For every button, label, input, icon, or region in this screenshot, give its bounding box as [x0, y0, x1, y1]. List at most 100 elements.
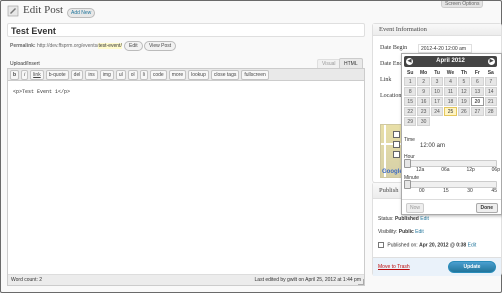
status-edit-link[interactable]: Edit — [420, 216, 429, 222]
calendar-empty-cell — [431, 117, 443, 126]
add-new-button[interactable]: Add New — [67, 8, 96, 18]
minute-tick: 00 — [419, 188, 425, 194]
calendar-day[interactable]: 1 — [404, 77, 417, 86]
qt-bold-button[interactable]: b — [10, 69, 20, 80]
qt-ul-button[interactable]: ul — [115, 69, 126, 80]
link-label: Link — [380, 77, 392, 83]
calendar-week-row: 1234567 — [404, 77, 497, 86]
tab-visual[interactable]: Visual — [317, 59, 341, 68]
hour-tick: 06a — [441, 167, 450, 173]
update-button[interactable]: Update — [448, 261, 496, 273]
calendar-day[interactable]: 12 — [457, 87, 471, 96]
hour-ticks: 12a 06a 12p 06p — [416, 167, 500, 173]
qt-ol-button[interactable]: ol — [127, 69, 138, 80]
post-title-input[interactable]: Test Event — [7, 23, 365, 37]
calendar-icon — [378, 242, 384, 248]
calendar-day[interactable]: 13 — [471, 87, 484, 96]
upload-insert-link[interactable]: Upload/Insert — [10, 61, 40, 67]
qt-fullscreen-button[interactable]: fullscreen — [241, 69, 269, 80]
calendar-day[interactable]: 8 — [404, 87, 417, 96]
minute-slider[interactable] — [404, 180, 497, 189]
calendar-grid: Su Mo Tu We Th Fr Sa 1 2 3 4 5 6 7 8 9 10 11 12 13 14 15 16 17… — [404, 70, 497, 127]
visibility-row: Visibility: Public Edit — [378, 229, 424, 235]
calendar-day[interactable]: 19 — [457, 97, 471, 106]
next-month-icon[interactable]: ▶ — [488, 58, 495, 65]
calendar-day[interactable]: 5 — [457, 77, 471, 86]
calendar-day[interactable]: 18 — [444, 97, 457, 106]
location-label: Location — [380, 93, 402, 99]
permalink-slug[interactable]: test-event/ — [98, 43, 122, 49]
screen-options-tab[interactable]: Screen Options — [441, 1, 484, 8]
calendar-day[interactable]: 2 — [417, 77, 430, 86]
calendar-day[interactable]: 30 — [417, 117, 430, 126]
calendar-day[interactable]: 17 — [430, 97, 444, 106]
qt-blockquote-button[interactable]: b-quote — [45, 69, 69, 80]
weekday-header: We — [446, 70, 455, 76]
calendar-day[interactable]: 16 — [417, 97, 430, 106]
publish-actions: Move to Trash Update — [373, 257, 501, 276]
calendar-day[interactable]: 11 — [444, 87, 457, 96]
done-button[interactable]: Done — [475, 203, 498, 213]
now-button[interactable]: Now — [406, 203, 425, 213]
calendar-day[interactable]: 3 — [430, 77, 444, 86]
qt-img-button[interactable]: img — [99, 69, 114, 80]
move-to-trash-link[interactable]: Move to Trash — [378, 264, 410, 270]
calendar-day[interactable]: 27 — [471, 107, 484, 116]
page-title: Edit Post — [23, 4, 64, 16]
editor-textarea[interactable]: <p>Test Event 1</p> — [13, 89, 70, 95]
qt-link-button[interactable]: link — [30, 69, 44, 80]
minute-tick: 45 — [491, 188, 497, 194]
calendar-day[interactable]: 15 — [404, 97, 417, 106]
calendar-day[interactable]: 14 — [484, 87, 497, 96]
published-value: Apr 20, 2012 @ 0:38 — [419, 242, 467, 249]
calendar-day[interactable]: 24 — [430, 107, 444, 116]
status-row: Status: Published Edit — [378, 216, 429, 222]
minute-slider-handle[interactable] — [404, 180, 411, 189]
calendar-day[interactable]: 29 — [404, 117, 417, 126]
editor-status-bar: Word count: 2 Last edited by gwilt on Ap… — [8, 274, 364, 285]
calendar-day[interactable]: 22 — [404, 107, 417, 116]
event-information-heading[interactable]: Event Information — [373, 24, 501, 36]
qt-del-button[interactable]: del — [70, 69, 84, 80]
visibility-value: Public — [398, 229, 414, 235]
datetime-picker: ◀ April 2012 ▶ Su Mo Tu We Th Fr Sa 1234567891… — [401, 53, 502, 215]
calendar-day[interactable]: 10 — [430, 87, 444, 96]
weekday-header: Mo — [420, 70, 428, 76]
calendar-day[interactable]: 21 — [484, 97, 497, 106]
permalink-url[interactable]: http://dev.ffsprm.org/events/ — [37, 43, 99, 49]
calendar-day[interactable]: 25 — [444, 107, 457, 116]
hour-slider-handle[interactable] — [404, 159, 411, 168]
hour-tick: 12a — [416, 167, 425, 173]
qt-more-button[interactable]: more — [168, 69, 187, 80]
datepicker-month-label: April 2012 — [436, 58, 465, 64]
pushpin-icon — [7, 5, 19, 17]
published-edit-link[interactable]: Edit — [468, 242, 477, 248]
calendar-day[interactable]: 6 — [471, 77, 484, 86]
calendar-day[interactable]: 7 — [484, 77, 497, 86]
resize-handle[interactable] — [358, 279, 364, 285]
edit-permalink-button[interactable]: Edit — [124, 41, 143, 51]
qt-ins-button[interactable]: ins — [85, 69, 98, 80]
calendar-day[interactable]: 4 — [444, 77, 457, 86]
datepicker-header: ◀ April 2012 ▶ — [404, 56, 497, 67]
weekday-header: Th — [460, 70, 467, 76]
last-edited: Last edited by gwilt on April 25, 2012 a… — [254, 277, 361, 283]
hour-tick: 06p — [491, 167, 500, 173]
qt-lookup-button[interactable]: lookup — [188, 69, 209, 80]
visibility-edit-link[interactable]: Edit — [415, 229, 424, 235]
qt-italic-button[interactable]: i — [21, 69, 29, 80]
calendar-day[interactable]: 26 — [457, 107, 471, 116]
qt-close-tags-button[interactable]: close tags — [210, 69, 240, 80]
calendar-week-row: 29 30 — [404, 117, 497, 126]
weekday-row: Su Mo Tu We Th Fr Sa — [404, 70, 497, 76]
calendar-day[interactable]: 9 — [417, 87, 430, 96]
prev-month-icon[interactable]: ◀ — [406, 58, 413, 65]
qt-li-button[interactable]: li — [139, 69, 148, 80]
calendar-day[interactable]: 28 — [484, 107, 497, 116]
calendar-day[interactable]: 23 — [417, 107, 430, 116]
view-post-button[interactable]: View Post — [144, 41, 177, 51]
qt-code-button[interactable]: code — [149, 69, 167, 80]
date-begin-input[interactable]: 2012-4-20 12:00 am — [418, 44, 472, 53]
calendar-day[interactable]: 20 — [471, 97, 484, 106]
hour-slider[interactable] — [404, 159, 497, 168]
